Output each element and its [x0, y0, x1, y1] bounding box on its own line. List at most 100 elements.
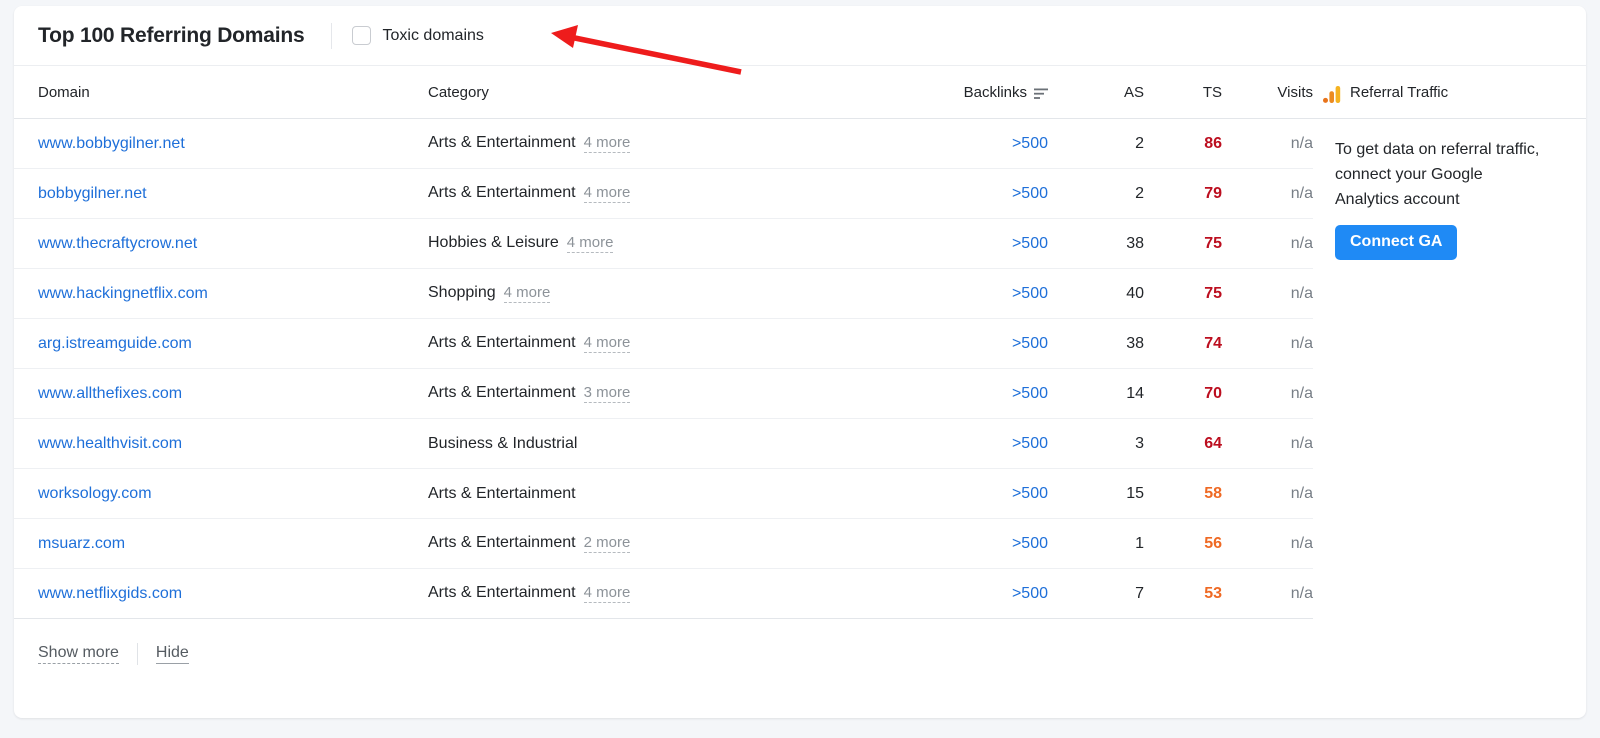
category-more-link[interactable]: 4 more: [584, 135, 631, 153]
toxic-domains-label: Toxic domains: [383, 27, 484, 45]
category-name: Arts & Entertainment: [428, 485, 576, 503]
column-header-backlinks[interactable]: Backlinks: [928, 84, 1048, 101]
as-value: 7: [1135, 585, 1144, 602]
category-cell: Arts & Entertainment2 more: [428, 534, 928, 553]
as-value: 38: [1126, 335, 1144, 352]
category-more-link[interactable]: 4 more: [584, 185, 631, 203]
ts-value: 79: [1204, 185, 1222, 202]
sort-descending-icon[interactable]: [1034, 87, 1048, 99]
visits-cell: n/a: [1222, 285, 1313, 303]
backlinks-value[interactable]: >500: [1012, 485, 1048, 502]
category-cell: Shopping4 more: [428, 284, 928, 303]
visits-value: n/a: [1291, 185, 1313, 202]
category-more-link[interactable]: 2 more: [584, 535, 631, 553]
domain-link[interactable]: msuarz.com: [38, 535, 125, 552]
ts-cell: 74: [1144, 335, 1222, 353]
ts-value: 56: [1204, 535, 1222, 552]
domain-link[interactable]: www.allthefixes.com: [38, 385, 182, 402]
toxic-domains-filter[interactable]: Toxic domains: [352, 26, 484, 45]
as-value: 40: [1126, 285, 1144, 302]
connect-ga-button[interactable]: Connect GA: [1335, 225, 1457, 260]
card-header: Top 100 Referring Domains Toxic domains: [14, 6, 1586, 66]
visits-cell: n/a: [1222, 335, 1313, 353]
domain-cell: www.thecraftycrow.net: [14, 235, 428, 253]
ts-value: 53: [1204, 585, 1222, 602]
card-body: Domain Category Backlinks: [14, 66, 1586, 619]
domain-link[interactable]: www.thecraftycrow.net: [38, 235, 197, 252]
domain-link[interactable]: worksology.com: [38, 485, 152, 502]
referral-traffic-message: To get data on referral traffic, connect…: [1335, 137, 1550, 212]
category-more-link[interactable]: 4 more: [584, 335, 631, 353]
referral-traffic-content: To get data on referral traffic, connect…: [1313, 119, 1586, 260]
column-header-as[interactable]: AS: [1048, 84, 1144, 101]
table-row: www.netflixgids.com Arts & Entertainment 4…: [14, 569, 1313, 619]
domain-link[interactable]: www.bobbygilner.net: [38, 135, 185, 152]
visits-value: n/a: [1291, 435, 1313, 452]
column-header-category[interactable]: Category: [428, 84, 928, 101]
column-header-visits[interactable]: Visits: [1222, 84, 1313, 101]
backlinks-value[interactable]: >500: [1012, 135, 1048, 152]
backlinks-cell: >500: [928, 385, 1048, 403]
category-name: Arts & Entertainment: [428, 584, 576, 602]
ts-cell: 70: [1144, 385, 1222, 403]
as-cell: 15: [1048, 485, 1144, 503]
page-root: Top 100 Referring Domains Toxic domains …: [0, 0, 1600, 738]
domain-cell: msuarz.com: [14, 535, 428, 553]
backlinks-value[interactable]: >500: [1012, 235, 1048, 252]
card-footer: Show more Hide: [14, 619, 1586, 688]
category-cell: Hobbies & Leisure4 more: [428, 234, 928, 253]
category-name: Arts & Entertainment: [428, 184, 576, 202]
as-cell: 38: [1048, 335, 1144, 353]
header-divider: [331, 23, 332, 49]
table-row: www.bobbygilner.net Arts & Entertainment4…: [14, 119, 1313, 169]
backlinks-cell: >500: [928, 535, 1048, 553]
footer-divider: [137, 643, 138, 665]
google-analytics-icon: [1323, 86, 1341, 103]
as-cell: 14: [1048, 385, 1144, 403]
backlinks-cell: >500: [928, 485, 1048, 503]
backlinks-cell: >500: [928, 335, 1048, 353]
backlinks-value[interactable]: >500: [1012, 535, 1048, 552]
backlinks-value[interactable]: >500: [1012, 435, 1048, 452]
show-more-link[interactable]: Show more: [38, 643, 119, 664]
column-header-domain[interactable]: Domain: [14, 84, 428, 101]
column-header-ts[interactable]: TS: [1144, 84, 1222, 101]
category-more-link[interactable]: 4 more: [504, 285, 551, 303]
category-cell: Arts & Entertainment 3 more: [428, 384, 928, 403]
table-row: www.allthefixes.com Arts & Entertainment 3…: [14, 369, 1313, 419]
toxic-domains-checkbox[interactable]: [352, 26, 371, 45]
ts-cell: 79: [1144, 185, 1222, 203]
domain-cell: www.netflixgids.com: [14, 585, 428, 603]
category-more-link[interactable]: 4 more: [567, 235, 614, 253]
as-value: 3: [1135, 435, 1144, 452]
visits-cell: n/a: [1222, 535, 1313, 553]
domain-link[interactable]: bobbygilner.net: [38, 185, 147, 202]
category-more-link[interactable]: 3 more: [584, 385, 631, 403]
table-row: arg.istreamguide.comArts & Entertainment…: [14, 319, 1313, 369]
backlinks-value[interactable]: >500: [1012, 385, 1048, 402]
backlinks-value[interactable]: >500: [1012, 285, 1048, 302]
backlinks-value[interactable]: >500: [1012, 585, 1048, 602]
table-row: msuarz.com Arts & Entertainment2 more >500…: [14, 519, 1313, 569]
ts-value: 75: [1204, 235, 1222, 252]
category-more-link[interactable]: 4 more: [584, 585, 631, 603]
ts-cell: 86: [1144, 135, 1222, 153]
domain-link[interactable]: www.healthvisit.com: [38, 435, 182, 452]
hide-link[interactable]: Hide: [156, 643, 189, 664]
as-cell: 38: [1048, 235, 1144, 253]
domain-link[interactable]: www.netflixgids.com: [38, 585, 182, 602]
ts-cell: 53: [1144, 585, 1222, 603]
category-cell: Arts & Entertainment4 more: [428, 134, 928, 153]
table-body: www.bobbygilner.netArts & Entertainment4…: [14, 119, 1313, 619]
column-header-backlinks-label: Backlinks: [964, 84, 1027, 101]
referral-traffic-header: Referral Traffic: [1313, 66, 1586, 119]
backlinks-value[interactable]: >500: [1012, 335, 1048, 352]
as-cell: 40: [1048, 285, 1144, 303]
ts-cell: 75: [1144, 285, 1222, 303]
domain-link[interactable]: www.hackingnetflix.com: [38, 285, 208, 302]
referral-traffic-label: Referral Traffic: [1350, 84, 1448, 101]
visits-value: n/a: [1291, 485, 1313, 502]
backlinks-value[interactable]: >500: [1012, 185, 1048, 202]
category-name: Arts & Entertainment: [428, 384, 576, 402]
domain-link[interactable]: arg.istreamguide.com: [38, 335, 192, 352]
